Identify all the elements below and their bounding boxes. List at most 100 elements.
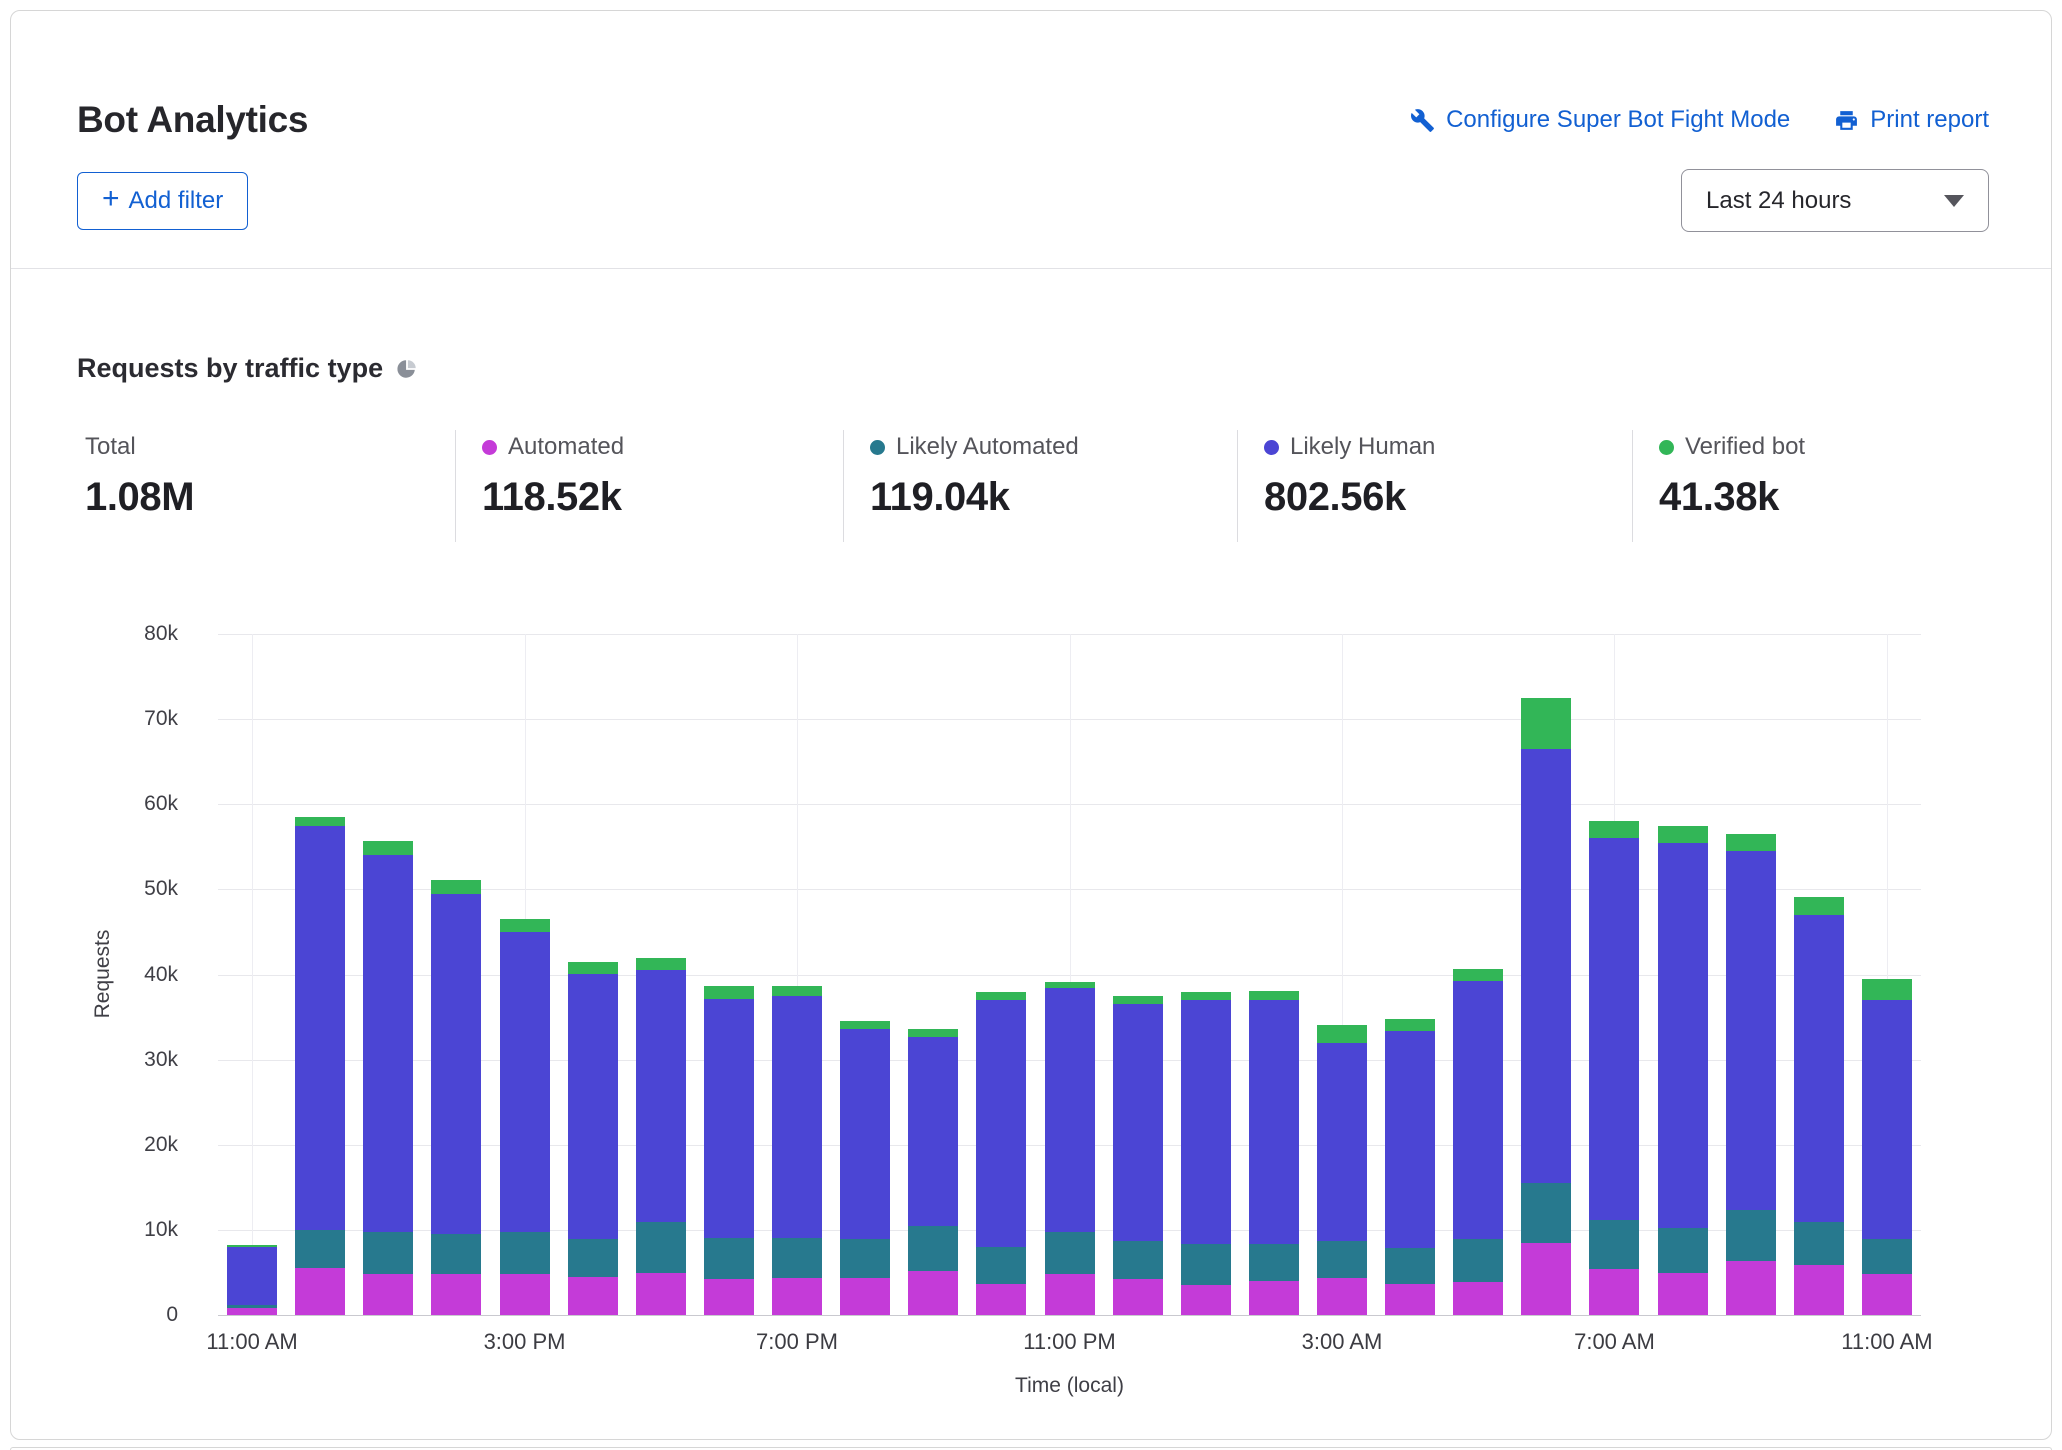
stat-likely-human[interactable]: Likely Human 802.56k	[1237, 430, 1632, 542]
bar-segment-likely-human	[568, 974, 618, 1240]
chart-bar[interactable]	[500, 919, 550, 1315]
bar-segment-likely-automated	[1249, 1244, 1299, 1281]
bar-segment-likely-human	[1317, 1043, 1367, 1241]
bar-segment-verified-bot	[1726, 834, 1776, 851]
configure-super-bot-fight-mode-link[interactable]: Configure Super Bot Fight Mode	[1410, 106, 1790, 134]
chart-bar[interactable]	[1045, 982, 1095, 1315]
card-body: Requests by traffic type Total 1.08M	[11, 353, 2051, 1414]
chart-bar[interactable]	[840, 1021, 890, 1316]
stat-verified-bot-label: Verified bot	[1685, 433, 1805, 461]
bar-segment-automated	[1794, 1265, 1844, 1315]
stat-likely-automated[interactable]: Likely Automated 119.04k	[843, 430, 1237, 542]
bar-segment-likely-automated	[1862, 1239, 1912, 1274]
stat-verified-bot[interactable]: Verified bot 41.38k	[1632, 430, 1981, 542]
x-axis-tick-labels: 11:00 AM3:00 PM7:00 PM11:00 PM3:00 AM7:0…	[218, 1329, 1921, 1357]
bar-segment-likely-automated	[704, 1238, 754, 1280]
stat-likely-automated-value: 119.04k	[870, 475, 1237, 520]
chart-bar[interactable]	[295, 817, 345, 1315]
chart-bar[interactable]	[1181, 992, 1231, 1315]
bar-segment-verified-bot	[1862, 979, 1912, 1000]
pie-chart-icon[interactable]	[396, 358, 418, 380]
bar-segment-likely-automated	[431, 1234, 481, 1274]
chart-bar[interactable]	[1521, 698, 1571, 1315]
bar-segment-likely-human	[1521, 749, 1571, 1183]
x-tick-label: 11:00 AM	[1841, 1329, 1932, 1355]
print-report-link[interactable]: Print report	[1834, 106, 1989, 134]
chart-bar[interactable]	[1726, 834, 1776, 1315]
bar-segment-likely-human	[1045, 988, 1095, 1231]
page-title: Bot Analytics	[77, 99, 308, 141]
stat-total-label: Total	[85, 433, 136, 461]
bar-segment-automated	[1521, 1243, 1571, 1315]
bar-segment-likely-automated	[568, 1239, 618, 1276]
y-tick-label: 50k	[144, 877, 178, 901]
add-filter-label: Add filter	[129, 187, 224, 215]
bar-segment-likely-human	[431, 894, 481, 1235]
bar-segment-likely-human	[227, 1247, 277, 1305]
time-range-select[interactable]: Last 24 hours	[1681, 169, 1989, 232]
chart-bar[interactable]	[363, 841, 413, 1315]
bar-segment-automated	[908, 1271, 958, 1315]
chevron-down-icon	[1944, 195, 1964, 207]
x-tick-label: 7:00 PM	[756, 1329, 838, 1355]
stat-total: Total 1.08M	[77, 430, 455, 542]
bar-segment-likely-human	[772, 996, 822, 1238]
bar-segment-automated	[1453, 1282, 1503, 1315]
bar-segment-automated	[1045, 1274, 1095, 1315]
chart-bar[interactable]	[1249, 991, 1299, 1315]
bar-segment-likely-automated	[500, 1232, 550, 1274]
y-tick-label: 10k	[144, 1218, 178, 1242]
y-tick-label: 20k	[144, 1133, 178, 1157]
print-link-label: Print report	[1870, 106, 1989, 134]
stat-likely-human-label: Likely Human	[1290, 433, 1435, 461]
bar-segment-automated	[1249, 1281, 1299, 1315]
bar-segment-likely-automated	[1453, 1239, 1503, 1282]
stat-automated[interactable]: Automated 118.52k	[455, 430, 843, 542]
chart-bar[interactable]	[227, 1245, 277, 1315]
bar-segment-likely-automated	[1521, 1183, 1571, 1243]
chart-bar[interactable]	[772, 986, 822, 1315]
bar-segment-verified-bot	[431, 880, 481, 894]
chart-bar[interactable]	[1589, 821, 1639, 1315]
bar-segment-likely-automated	[1181, 1244, 1231, 1285]
bar-segment-verified-bot	[1658, 826, 1708, 843]
bot-analytics-card: Bot Analytics Configure Super Bot Fight …	[10, 10, 2052, 1440]
chart-bar[interactable]	[1453, 969, 1503, 1315]
bar-segment-verified-bot	[1317, 1025, 1367, 1043]
bar-segment-automated	[1385, 1284, 1435, 1315]
section-title: Requests by traffic type	[77, 353, 383, 384]
x-tick-label: 11:00 AM	[206, 1329, 297, 1355]
chart-bar[interactable]	[431, 880, 481, 1315]
chart-bar[interactable]	[1658, 826, 1708, 1315]
chart-bar[interactable]	[636, 958, 686, 1316]
stat-automated-label: Automated	[508, 433, 624, 461]
bar-segment-likely-human	[1589, 838, 1639, 1219]
chart-bar[interactable]	[568, 962, 618, 1315]
chart-bar[interactable]	[976, 992, 1026, 1315]
chart-bar[interactable]	[1113, 996, 1163, 1315]
bar-segment-verified-bot	[1453, 969, 1503, 982]
chart-bar[interactable]	[1862, 979, 1912, 1315]
bar-segment-likely-automated	[363, 1232, 413, 1275]
chart-bar[interactable]	[1385, 1019, 1435, 1315]
y-tick-label: 70k	[144, 707, 178, 731]
bar-segment-likely-automated	[976, 1247, 1026, 1284]
bar-segment-likely-automated	[840, 1239, 890, 1278]
chart-bar[interactable]	[1794, 897, 1844, 1315]
bar-segment-likely-human	[636, 970, 686, 1222]
bar-segment-verified-bot	[1249, 991, 1299, 1000]
bar-segment-verified-bot	[1181, 992, 1231, 1001]
chart-bar[interactable]	[1317, 1025, 1367, 1315]
bar-segment-likely-human	[704, 999, 754, 1237]
time-range-value: Last 24 hours	[1706, 187, 1851, 215]
bar-segment-automated	[976, 1284, 1026, 1315]
bar-segment-automated	[363, 1274, 413, 1315]
stat-likely-human-value: 802.56k	[1264, 475, 1632, 520]
add-filter-button[interactable]: + Add filter	[77, 172, 248, 230]
bar-segment-automated	[227, 1308, 277, 1315]
bar-segment-likely-human	[908, 1037, 958, 1227]
bar-segment-verified-bot	[704, 986, 754, 999]
chart-bar[interactable]	[908, 1029, 958, 1315]
bar-segment-verified-bot	[1113, 996, 1163, 1005]
chart-bar[interactable]	[704, 986, 754, 1315]
